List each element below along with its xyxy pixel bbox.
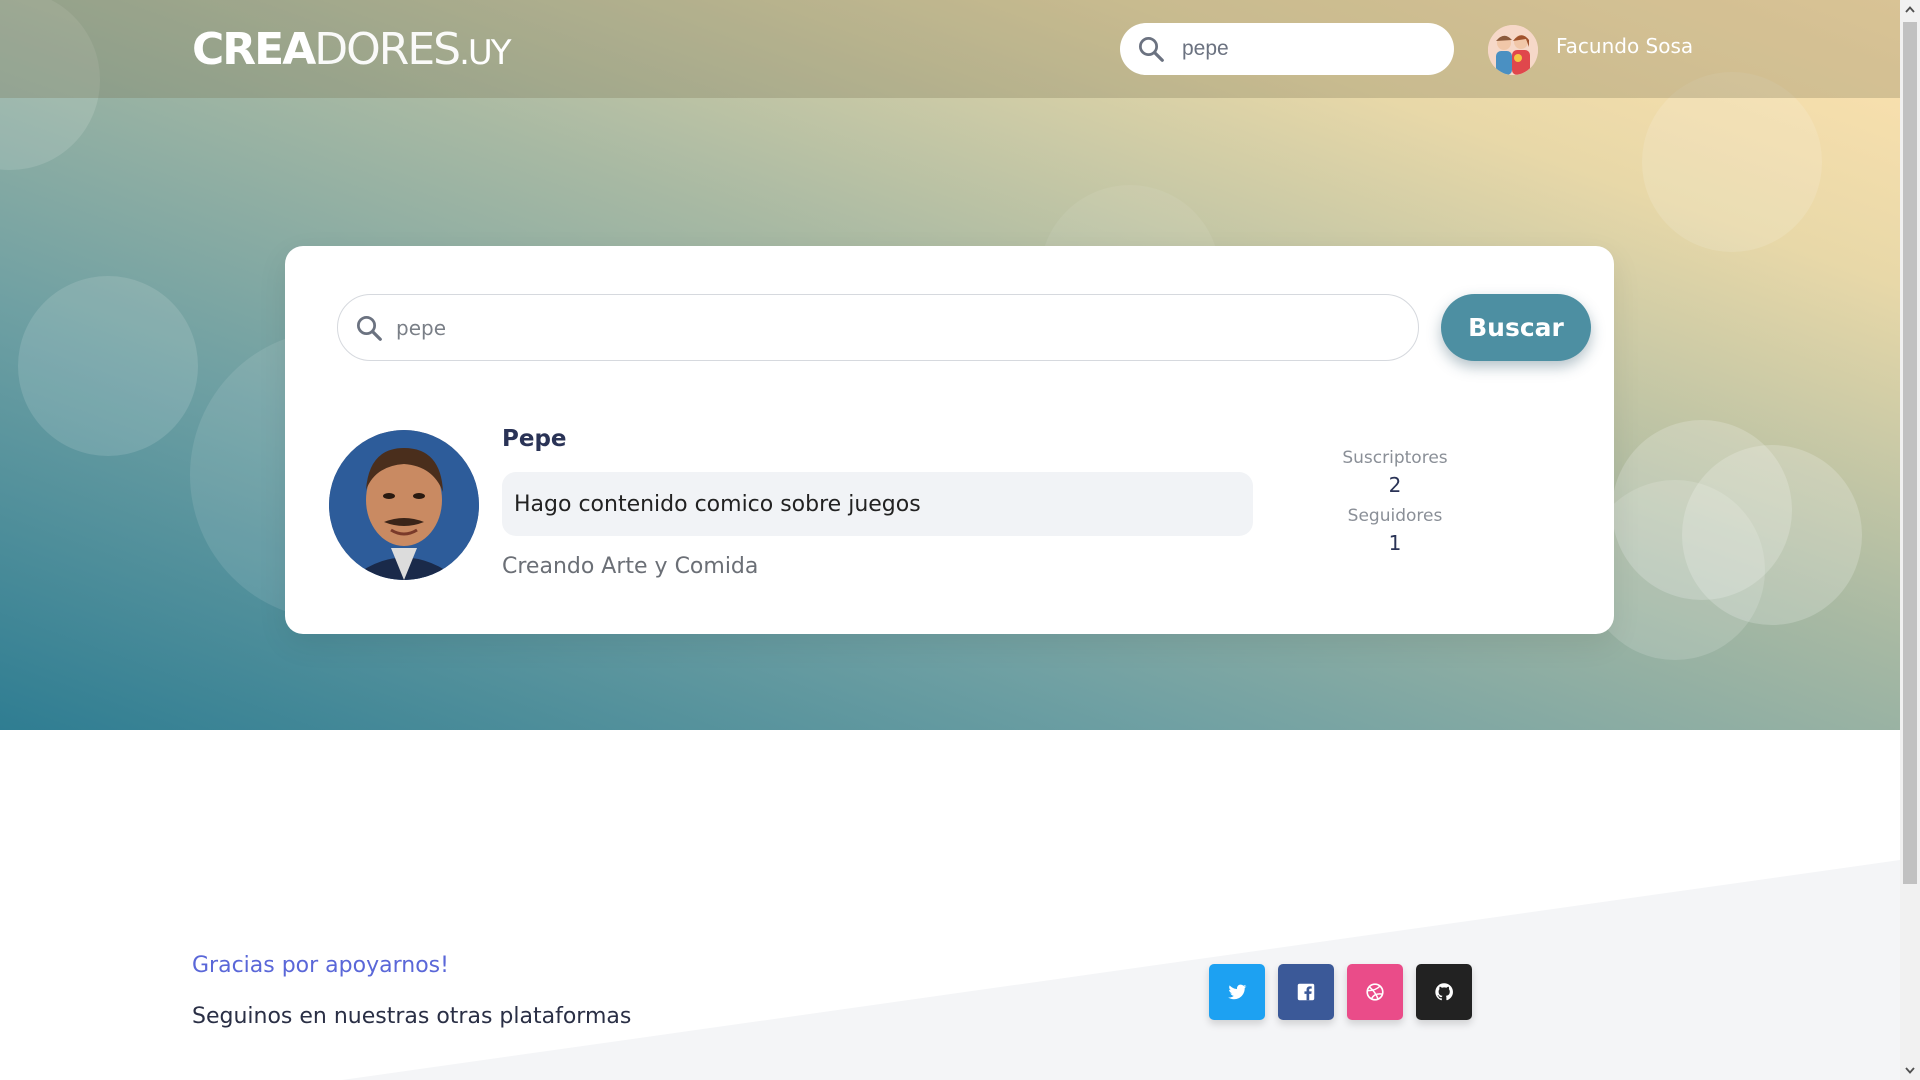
creator-avatar[interactable] (329, 430, 479, 580)
scroll-up-icon[interactable] (1904, 4, 1916, 16)
footer-thanks: Gracias por apoyarnos! (192, 953, 449, 978)
subscribers-label: Suscriptores (1342, 448, 1448, 468)
main-search-box (337, 294, 1419, 361)
creator-description: Hago contenido comico sobre juegos (502, 472, 1253, 536)
facebook-icon (1297, 983, 1315, 1001)
user-avatar-illustration (1488, 25, 1538, 75)
navbar-search-input[interactable] (1180, 36, 1430, 62)
scroll-down-icon[interactable] (1904, 1064, 1916, 1076)
user-name[interactable]: Facundo Sosa (1556, 34, 1693, 58)
dribbble-button[interactable] (1347, 964, 1403, 1020)
twitter-button[interactable] (1209, 964, 1265, 1020)
logo-text-light: DORES (314, 24, 461, 75)
site-logo[interactable]: CREADORES.UY (192, 22, 512, 81)
user-avatar[interactable] (1488, 25, 1538, 75)
search-results-card: Buscar Pepe Hago contenido comico sobre … (285, 246, 1614, 634)
search-icon (357, 315, 382, 341)
subscribers-count: 2 (1388, 473, 1402, 497)
creator-photo (329, 430, 479, 580)
footer-follow-text: Seguinos en nuestras otras plataformas (192, 1004, 632, 1029)
page-scrollbar[interactable] (1900, 0, 1920, 1080)
bubble-decoration (18, 276, 198, 456)
followers-label: Seguidores (1347, 506, 1443, 526)
navbar: CREADORES.UY pepe Facundo Sosa (0, 0, 1900, 98)
github-icon (1435, 983, 1453, 1001)
creator-stats: Suscriptores 2 Seguidores 1 (1325, 446, 1465, 562)
search-icon (1139, 37, 1164, 62)
logo-text-tld: .UY (459, 33, 511, 73)
hero-background: CREADORES.UY pepe Facundo Sosa pepe Busc… (0, 0, 1900, 730)
navbar-search-box (1120, 23, 1454, 75)
creator-subtitle: Creando Arte y Comida (502, 554, 759, 579)
logo-text-bold: CREA (192, 24, 316, 75)
search-button[interactable]: Buscar (1441, 294, 1591, 361)
dribbble-icon (1366, 983, 1384, 1001)
creator-name[interactable]: Pepe (502, 426, 567, 452)
twitter-icon (1228, 984, 1247, 1000)
facebook-button[interactable] (1278, 964, 1334, 1020)
bubble-decoration (1642, 72, 1822, 252)
page: CREADORES.UY pepe Facundo Sosa pepe Busc… (0, 0, 1920, 1080)
github-button[interactable] (1416, 964, 1472, 1020)
main-search-input[interactable] (394, 314, 1374, 341)
scrollbar-thumb[interactable] (1903, 22, 1917, 884)
followers-count: 1 (1388, 531, 1402, 555)
